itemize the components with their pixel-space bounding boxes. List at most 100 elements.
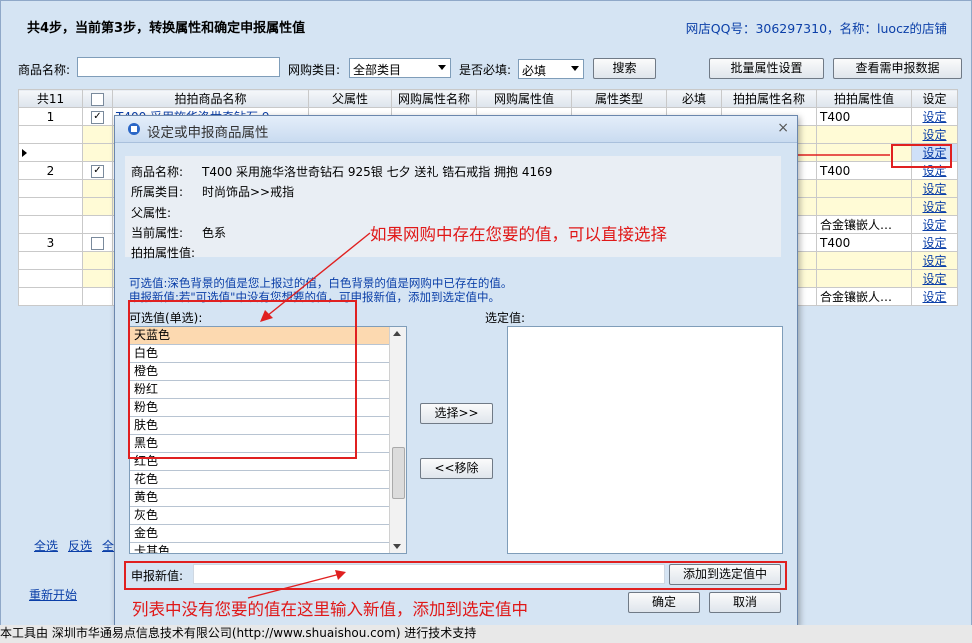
row-checkbox[interactable]: ✓: [91, 164, 104, 178]
selected-label: 选定值:: [485, 311, 526, 325]
product-name-label: 商品名称:: [131, 165, 184, 179]
grid-header-4[interactable]: 网购属性名称: [391, 89, 477, 108]
close-icon[interactable]: ×: [777, 120, 789, 136]
row-checkbox-cell[interactable]: [82, 179, 113, 198]
dialog-titlebar: 设定或申报商品属性 ×: [115, 116, 797, 143]
row-checkbox-cell[interactable]: [82, 143, 113, 162]
select-all-checkbox[interactable]: [91, 92, 104, 106]
selected-listbox[interactable]: [507, 326, 783, 554]
shop-info: 网店QQ号：306297310，名称：luocz的店铺: [685, 21, 947, 36]
set-link[interactable]: 设定: [911, 269, 958, 288]
set-link[interactable]: 设定: [911, 251, 958, 270]
row-number: [18, 125, 83, 144]
grid-header-6[interactable]: 属性类型: [571, 89, 667, 108]
app-icon: [128, 123, 140, 135]
annotation-box-new-value: [124, 561, 787, 590]
grid-header-1[interactable]: [82, 89, 113, 108]
row-number: 3: [18, 233, 83, 252]
required-label: 是否必填:: [459, 63, 512, 77]
set-link[interactable]: 设定: [911, 233, 958, 252]
set-link[interactable]: 设定: [911, 125, 958, 144]
view-report-button[interactable]: 查看需申报数据: [833, 58, 962, 79]
category-select[interactable]: 全部类目: [349, 58, 451, 78]
footer-text: 本工具由 深圳市华通易点信息技术有限公司(http://www.shuaisho…: [0, 626, 477, 640]
scroll-up-icon[interactable]: [393, 331, 401, 336]
grid-header-5[interactable]: 网购属性值: [476, 89, 572, 108]
required-select[interactable]: 必填: [518, 59, 584, 79]
grid-header-7[interactable]: 必填: [666, 89, 722, 108]
set-link[interactable]: 设定: [911, 215, 958, 234]
row-number: [18, 287, 83, 306]
remove-button[interactable]: <<移除: [420, 458, 493, 479]
pp-value-cell: [816, 125, 912, 144]
row-checkbox-cell[interactable]: [82, 233, 113, 252]
chevron-down-icon: [438, 65, 446, 70]
row-checkbox-cell[interactable]: [82, 215, 113, 234]
grid-header-3[interactable]: 父属性: [308, 89, 392, 108]
set-link[interactable]: 设定: [911, 197, 958, 216]
option-item[interactable]: 金色: [130, 525, 390, 543]
pp-value-cell: T400: [816, 233, 912, 252]
pp-value-cell: [816, 269, 912, 288]
row-checkbox-cell[interactable]: [82, 269, 113, 288]
set-link[interactable]: 设定: [911, 287, 958, 306]
ok-button[interactable]: 确定: [628, 592, 700, 613]
pp-value-cell: [816, 251, 912, 270]
row-checkbox-cell[interactable]: [82, 287, 113, 306]
option-item[interactable]: 卡其色: [130, 543, 390, 553]
search-button[interactable]: 搜索: [593, 58, 656, 79]
highlight-set-cell: [891, 144, 952, 168]
row-checkbox-cell[interactable]: [82, 197, 113, 216]
pp-value-cell: 合金镶嵌人…: [816, 215, 912, 234]
current-attr-value: 色系: [202, 226, 227, 240]
select-all-link[interactable]: 全选: [34, 537, 58, 554]
scroll-thumb[interactable]: [392, 447, 405, 499]
pp-value-cell: [816, 197, 912, 216]
parent-attr-label: 父属性:: [131, 206, 172, 220]
option-item[interactable]: 灰色: [130, 507, 390, 525]
current-attr-label: 当前属性:: [131, 226, 184, 240]
option-item[interactable]: 黄色: [130, 489, 390, 507]
row-number: [18, 269, 83, 288]
invert-selection-link[interactable]: 反选: [68, 537, 92, 554]
category-label: 所属类目:: [131, 185, 184, 199]
pp-value-cell: T400: [816, 107, 912, 126]
row-number: [18, 143, 83, 162]
row-checkbox-cell[interactable]: [82, 251, 113, 270]
row-checkbox[interactable]: ✓: [91, 110, 104, 124]
select-link[interactable]: 全: [102, 537, 114, 554]
grid-header-9[interactable]: 拍拍属性值: [816, 89, 912, 108]
row-number: [18, 215, 83, 234]
product-name-input[interactable]: [77, 57, 280, 77]
set-link[interactable]: 设定: [911, 107, 958, 126]
grid-header-0[interactable]: 共11: [18, 89, 83, 108]
row-checkbox-cell[interactable]: [82, 125, 113, 144]
select-button[interactable]: 选择>>: [420, 403, 493, 424]
row-checkbox-cell[interactable]: ✓: [82, 161, 113, 180]
restart-link[interactable]: 重新开始: [29, 586, 77, 603]
grid-header-10[interactable]: 设定: [911, 89, 958, 108]
row-checkbox[interactable]: [91, 236, 104, 250]
pp-value-label: 拍拍属性值:: [131, 246, 196, 260]
row-number: 1: [18, 107, 83, 126]
row-number: [18, 179, 83, 198]
pp-value-cell: [816, 179, 912, 198]
option-item[interactable]: 花色: [130, 471, 390, 489]
grid-header-2[interactable]: 拍拍商品名称: [112, 89, 309, 108]
row-number: 2: [18, 161, 83, 180]
options-scrollbar[interactable]: [389, 327, 406, 553]
required-select-value: 必填: [522, 64, 547, 78]
category-select-value: 全部类目: [353, 63, 402, 77]
batch-settings-button[interactable]: 批量属性设置: [709, 58, 824, 79]
product-name-label: 商品名称:: [18, 63, 71, 77]
annotation-text-top: 如果网购中存在您要的值，可以直接选择: [370, 225, 667, 244]
annotation-arrow-2-icon: [247, 570, 346, 599]
set-link[interactable]: 设定: [911, 179, 958, 198]
cancel-button[interactable]: 取消: [709, 592, 781, 613]
chevron-down-icon: [571, 66, 579, 71]
annotation-arrow-icon: [260, 232, 371, 322]
row-checkbox-cell[interactable]: ✓: [82, 107, 113, 126]
scroll-down-icon[interactable]: [393, 544, 401, 549]
dialog-title: 设定或申报商品属性: [147, 125, 269, 141]
grid-header-8[interactable]: 拍拍属性名称: [721, 89, 817, 108]
